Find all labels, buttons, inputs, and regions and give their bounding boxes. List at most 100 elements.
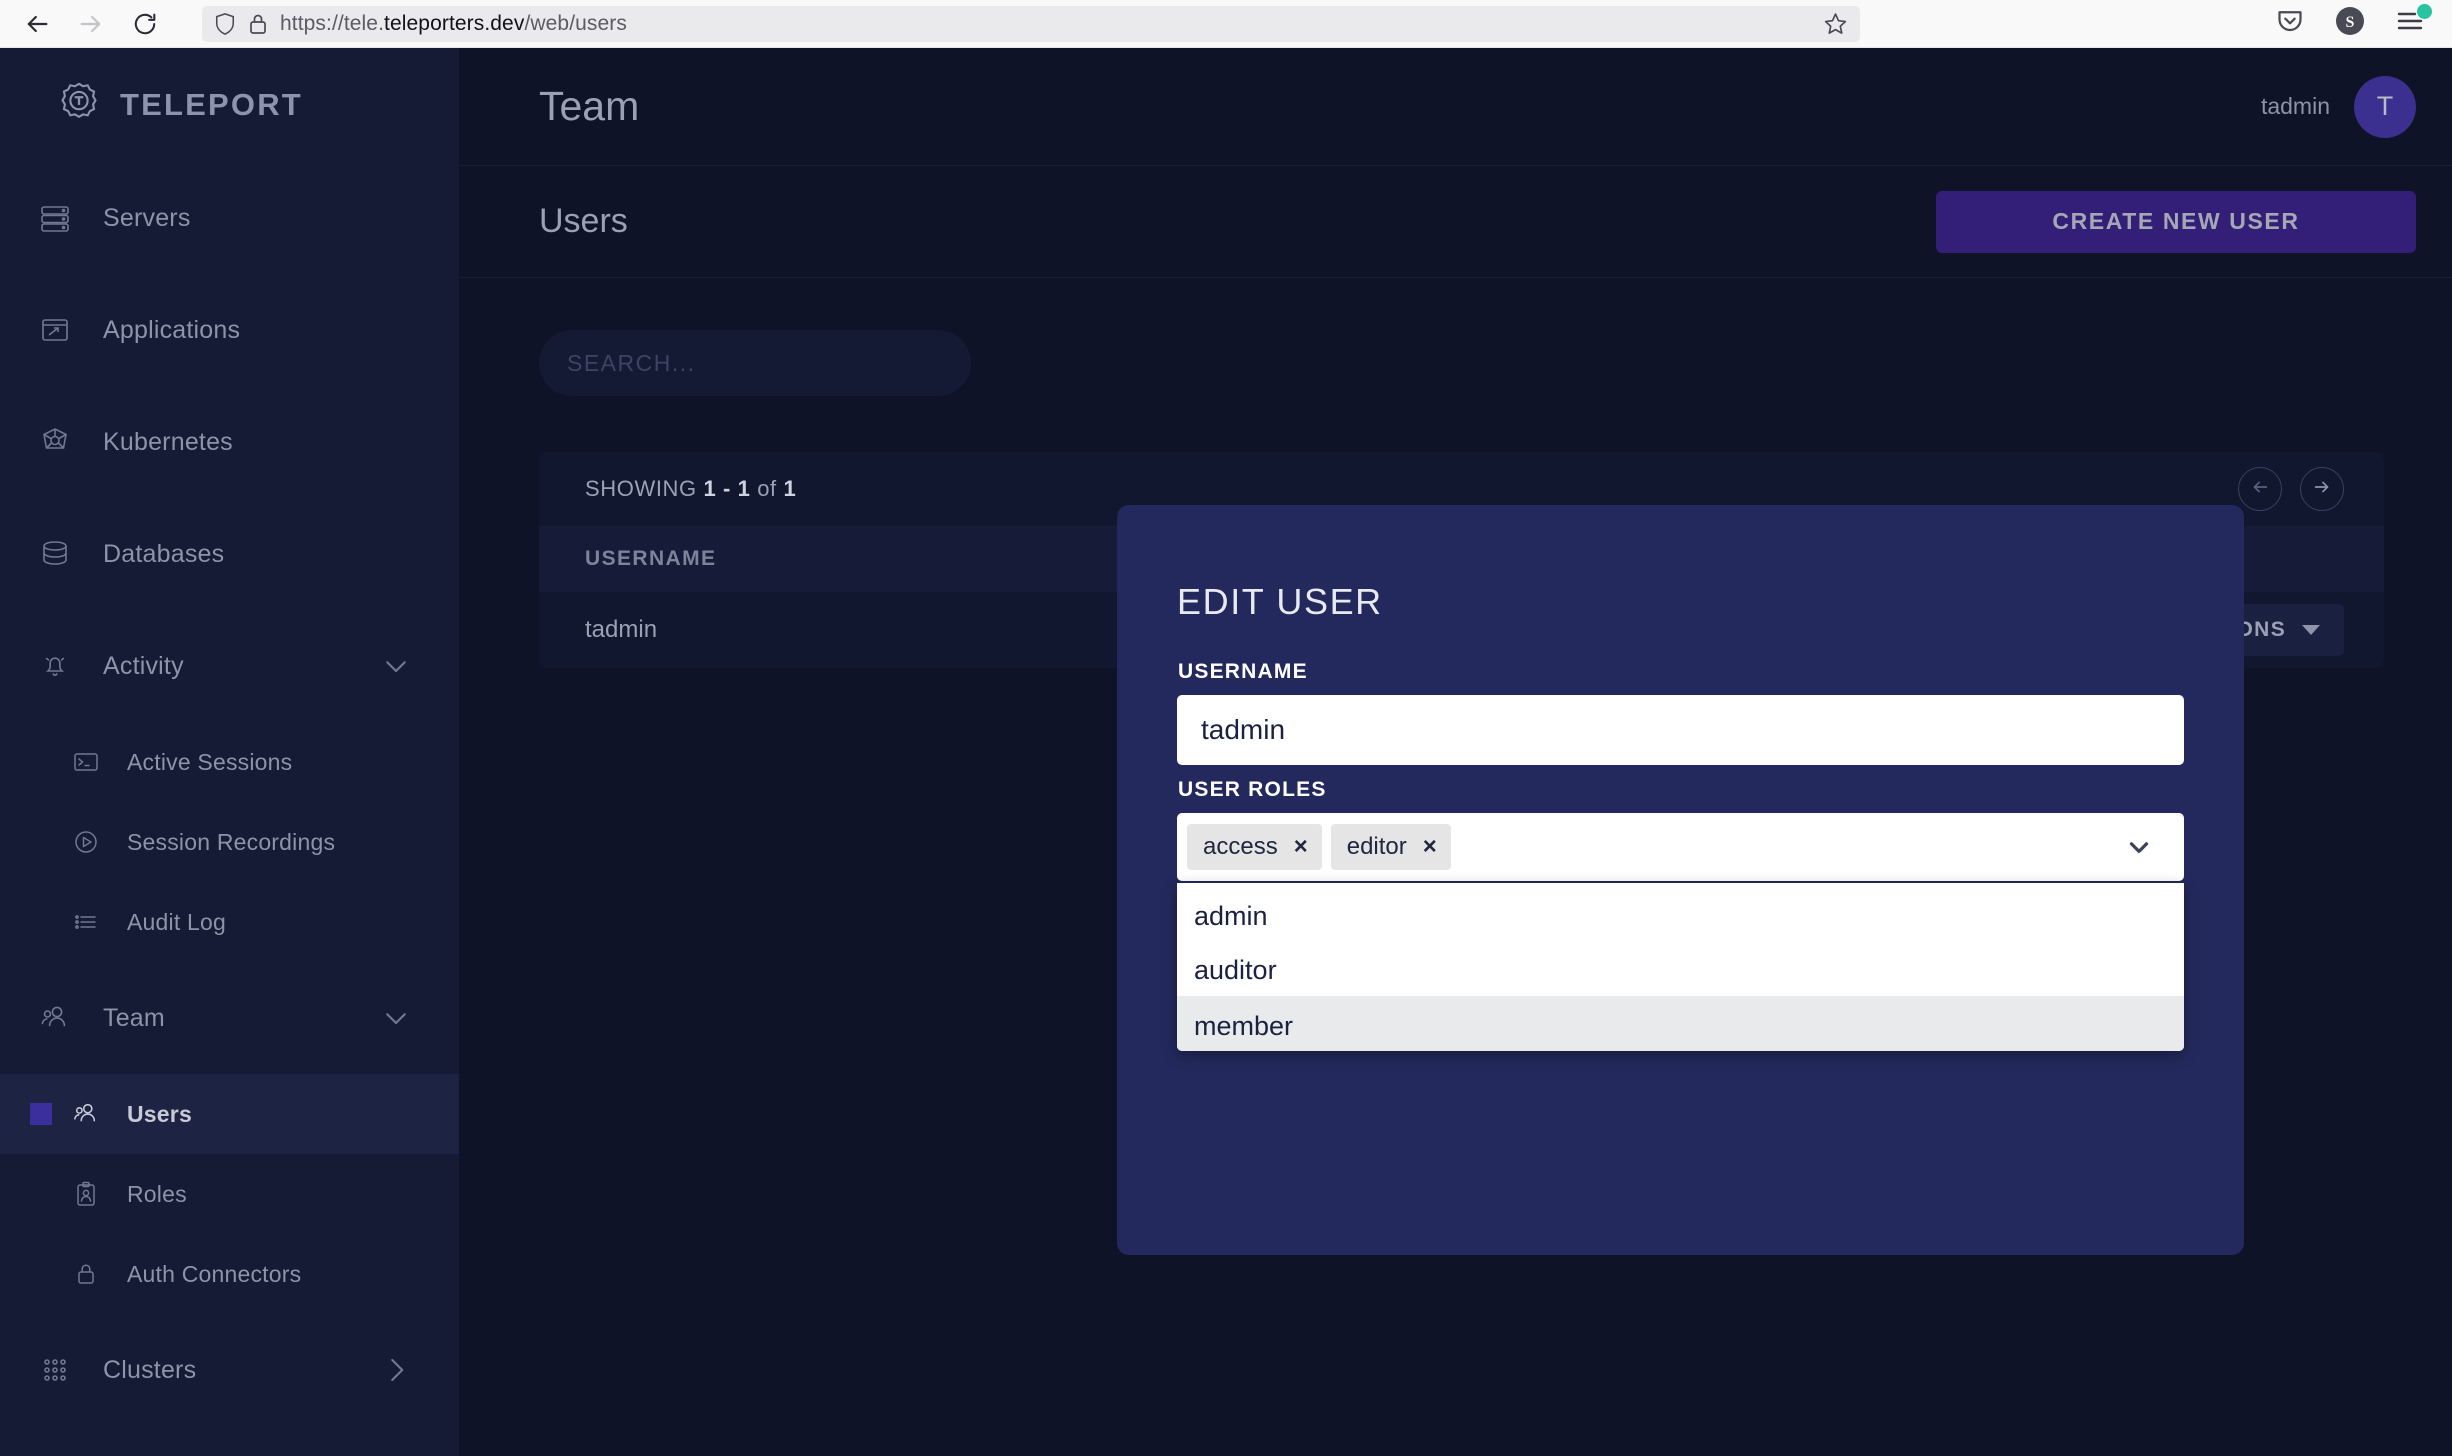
sidebar-item-applications[interactable]: Applications [0,274,459,386]
users-subheader: Users CREATE NEW USER [459,166,2452,278]
dropdown-option-auditor[interactable]: auditor [1177,944,2184,996]
chevron-down-icon[interactable] [381,1003,411,1033]
brand-logo[interactable]: TELEPORT [0,48,459,162]
roles-dropdown-menu[interactable]: admin auditor member [1177,883,2184,1051]
brand-text: TELEPORT [120,87,303,122]
sidebar-item-label: Applications [103,315,241,344]
list-icon [63,907,109,937]
roles-badge-icon [63,1179,109,1209]
username-field-label: USERNAME [1178,660,1308,683]
arrow-right-circle-icon [2311,476,2333,503]
sidebar-item-auth-connectors[interactable]: Auth Connectors [0,1234,459,1314]
reload-icon [132,11,158,37]
dropdown-option-member[interactable]: member [1177,996,2184,1051]
url-bar[interactable]: https://tele.teleporters.dev/web/users [202,5,1860,42]
cell-username: tadmin [585,616,658,643]
username-input[interactable] [1177,695,2184,765]
database-icon [27,537,83,571]
forward-button[interactable] [64,4,118,44]
role-tag[interactable]: access × [1187,824,1322,870]
role-tag-label: editor [1346,833,1407,860]
forward-arrow-icon [77,10,105,38]
star-icon[interactable] [1820,10,1850,38]
play-circle-icon [63,827,109,857]
url-bar-container: https://tele.teleporters.dev/web/users [202,5,1860,42]
sidebar-item-label: Auth Connectors [127,1260,302,1287]
role-tag[interactable]: editor × [1330,824,1451,870]
chevron-down-icon[interactable] [381,651,411,681]
sidebar-item-label: Databases [103,539,225,568]
pocket-button[interactable] [2270,4,2310,44]
grid-icon [27,1354,83,1386]
page-title: Team [539,83,640,129]
account-avatar-icon: S [2335,6,2365,41]
sidebar-item-team[interactable]: Team [0,962,459,1074]
sidebar-item-label: Session Recordings [127,828,336,855]
next-page-button[interactable] [2300,467,2344,511]
sidebar-item-roles[interactable]: Roles [0,1154,459,1234]
sidebar-item-label: Team [103,1003,165,1032]
sidebar-item-activity[interactable]: Activity [0,610,459,722]
current-username: tadmin [2260,93,2330,119]
browser-toolbar: https://tele.teleporters.dev/web/users S [0,0,2452,48]
sidebar-item-kubernetes[interactable]: Kubernetes [0,386,459,498]
user-roles-field-label: USER ROLES [1178,778,1327,801]
create-new-user-button[interactable]: CREATE NEW USER [1936,190,2416,253]
avatar[interactable]: T [2354,75,2416,138]
team-icon [27,1001,83,1035]
column-header-username: USERNAME [585,547,717,570]
sidebar-item-label: Servers [103,203,191,232]
pagination [2238,467,2344,511]
sidebar-item-databases[interactable]: Databases [0,498,459,610]
applications-icon [27,313,83,347]
sidebar-item-label: Audit Log [127,908,226,935]
chevron-down-icon[interactable] [2124,832,2154,862]
bell-icon [27,649,83,683]
dropdown-option-admin[interactable]: admin [1177,888,2184,944]
server-icon [27,201,83,235]
reload-button[interactable] [118,4,172,44]
pocket-icon [2276,7,2304,40]
lock-icon [63,1259,109,1289]
sidebar-item-audit-log[interactable]: Audit Log [0,882,459,962]
prev-page-button[interactable] [2238,467,2282,511]
sidebar-item-label: Roles [127,1180,187,1207]
lock-icon[interactable] [248,12,268,36]
user-roles-select[interactable]: access × editor × [1177,813,2184,881]
terminal-icon [63,747,109,777]
users-icon [63,1099,109,1129]
teleport-app: TELEPORT Servers Applications Kubernetes [0,48,2452,1456]
sidebar-item-label: Users [127,1100,192,1127]
sidebar-item-clusters[interactable]: Clusters [0,1314,459,1426]
search-input[interactable] [539,330,971,396]
role-tag-label: access [1203,833,1278,860]
menu-button[interactable] [2390,3,2432,44]
remove-role-icon[interactable]: × [1294,835,1308,859]
sidebar-item-users[interactable]: Users [0,1074,459,1154]
update-badge-dot [2417,3,2432,19]
edit-user-dialog: EDIT USER USERNAME USER ROLES access × e… [1117,505,2244,1255]
sidebar: TELEPORT Servers Applications Kubernetes [0,48,459,1456]
showing-count: SHOWING 1 - 1 of 1 [585,476,797,501]
back-arrow-icon [23,10,51,38]
account-button[interactable]: S [2330,4,2370,44]
teleport-gear-icon [56,80,102,131]
user-menu[interactable]: tadmin T [2260,75,2416,138]
chevron-right-icon[interactable] [381,1355,411,1385]
sidebar-item-label: Activity [103,651,184,680]
svg-text:S: S [2346,14,2355,31]
active-indicator [30,1103,52,1125]
section-title: Users [539,202,628,240]
back-button[interactable] [10,4,64,44]
main-content: Team tadmin T Users CREATE NEW USER SHOW… [459,48,2452,1456]
sidebar-item-label: Kubernetes [103,427,233,456]
shield-icon[interactable] [214,12,236,36]
sidebar-item-active-sessions[interactable]: Active Sessions [0,722,459,802]
page-topbar: Team tadmin T [459,48,2452,166]
sidebar-item-session-recordings[interactable]: Session Recordings [0,802,459,882]
remove-role-icon[interactable]: × [1423,835,1437,859]
browser-right-buttons: S [2270,3,2452,44]
sidebar-item-label: Active Sessions [127,748,293,775]
sidebar-item-servers[interactable]: Servers [0,162,459,274]
arrow-left-circle-icon [2249,476,2271,503]
